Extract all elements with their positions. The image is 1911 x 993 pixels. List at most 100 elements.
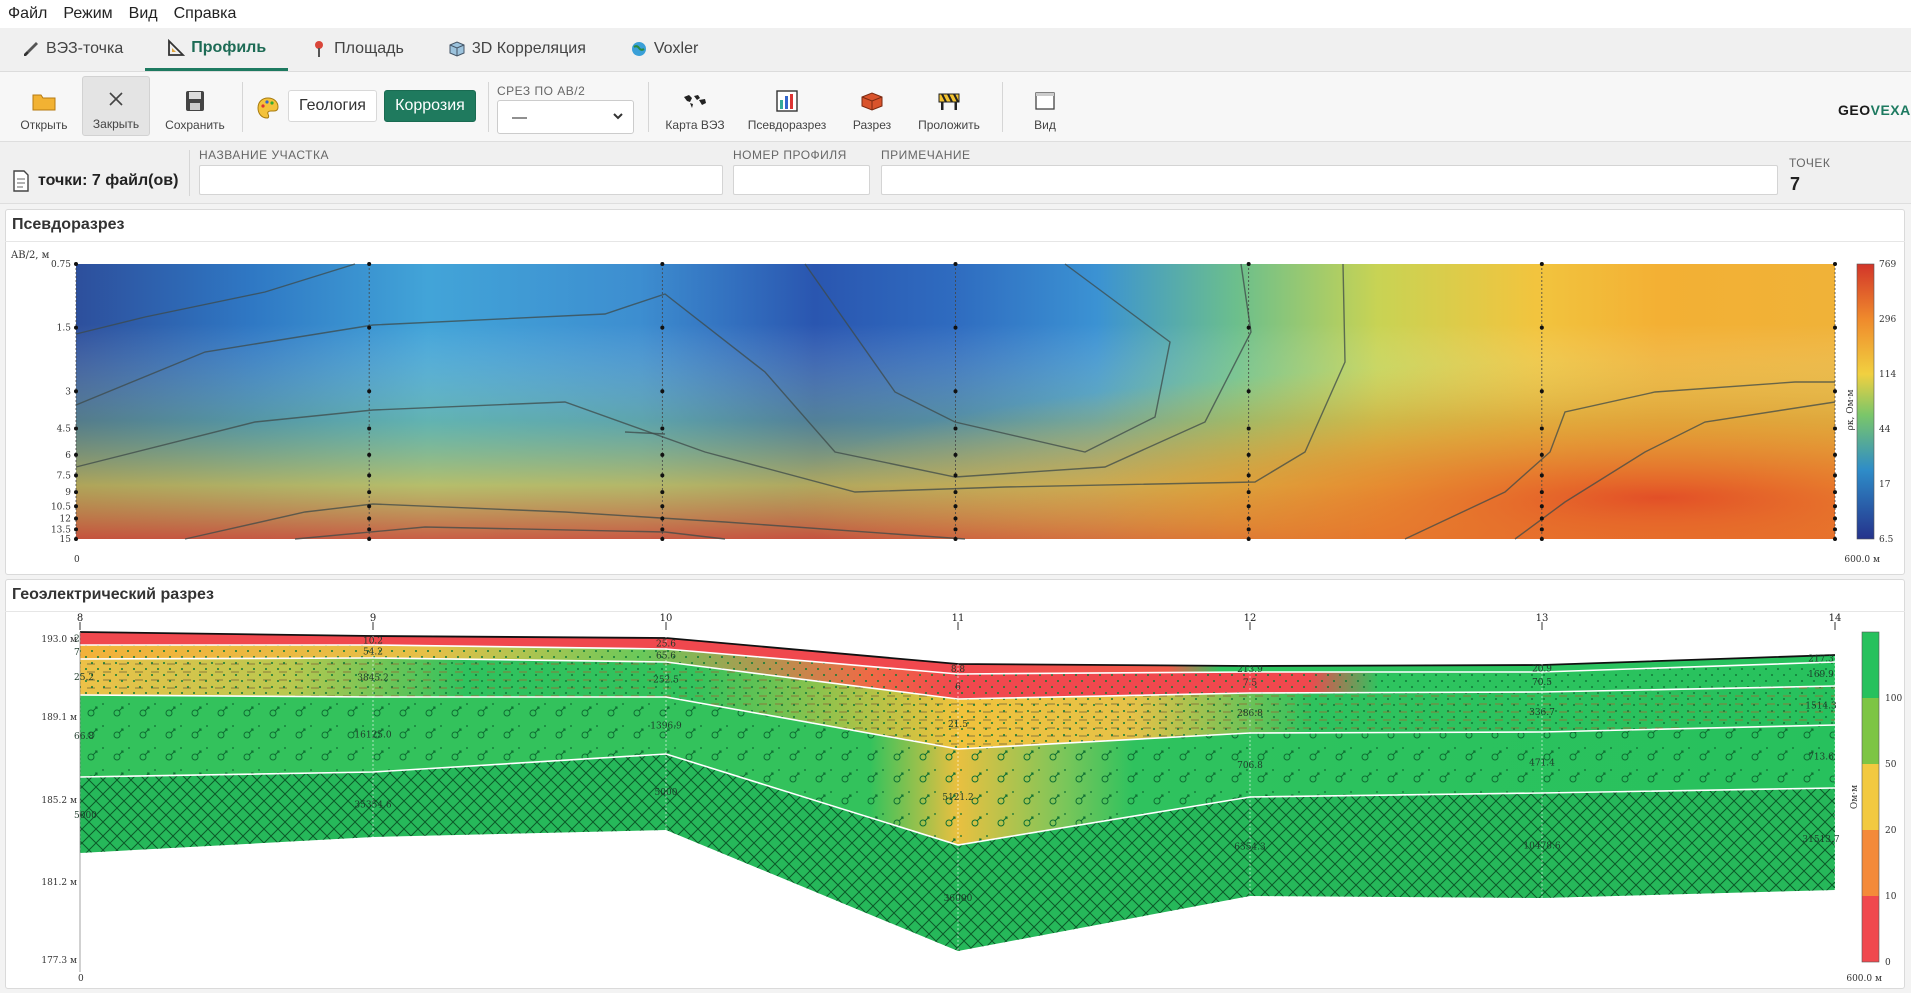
- sounding-point: [1833, 473, 1837, 478]
- vez-map-button[interactable]: Карта ВЭЗ: [662, 76, 728, 136]
- sounding-point: [1833, 490, 1837, 495]
- site-name-label: НАЗВАНИЕ УЧАСТКА: [199, 148, 329, 162]
- sounding-point: [1246, 537, 1251, 541]
- sounding-point: [1833, 426, 1837, 431]
- resistivity-label: 252.5: [653, 676, 679, 686]
- barrier-icon: [938, 93, 960, 110]
- sounding-point: [660, 325, 665, 330]
- toolbar: Открыть Закрыть Сохранить Геология Корро…: [0, 72, 1911, 142]
- menu-help[interactable]: Справка: [166, 5, 245, 23]
- floppy-icon: [186, 91, 204, 111]
- tab-voxler[interactable]: Voxler: [608, 27, 720, 71]
- sounding-point: [1246, 426, 1251, 431]
- srez-select[interactable]: —: [497, 100, 634, 134]
- pseudosection-plot[interactable]: 0.75 1.5 3 4.5 6 7.5 9 10.5 1213.515 AB/2, м 0 600.…: [5, 242, 1905, 572]
- sounding-point: [74, 527, 78, 532]
- sounding-point: [1833, 325, 1837, 330]
- sounding-point: [1246, 389, 1251, 394]
- srez-label: СРЕЗ ПО AB/2: [497, 84, 586, 98]
- sounding-point: [1833, 516, 1837, 521]
- menu-mode[interactable]: Режим: [55, 5, 120, 23]
- points-count-label: ТОЧЕК: [1789, 156, 1831, 170]
- triangle-ruler-icon: [168, 38, 186, 56]
- resistivity-label: 713.6: [1808, 753, 1834, 763]
- resistivity-label: 169.9: [1808, 670, 1834, 680]
- document-icon: [13, 170, 29, 192]
- resistivity-label: 7: [74, 648, 80, 658]
- resistivity-label: 1514.3: [1805, 702, 1837, 712]
- close-icon: [109, 92, 123, 106]
- x-start-label: 0: [74, 555, 80, 565]
- resistivity-label: 7.5: [1243, 679, 1258, 689]
- menu-bar: Файл Режим Вид Справка: [0, 0, 1911, 28]
- site-name-input[interactable]: [199, 165, 723, 195]
- window-icon: [1035, 92, 1055, 110]
- resistivity-label: 21.5: [948, 720, 968, 730]
- sounding-point: [953, 537, 958, 541]
- colorbar-tick: 44: [1879, 425, 1891, 435]
- note-input[interactable]: [881, 165, 1778, 195]
- sounding-point: [74, 473, 78, 478]
- open-button[interactable]: Открыть: [14, 76, 74, 136]
- geology-mode-button[interactable]: Геология: [288, 90, 377, 122]
- tab-label: 3D Корреляция: [471, 40, 586, 57]
- sounding-point: [1246, 325, 1251, 330]
- pseudosection-button[interactable]: Псевдоразрез: [744, 76, 830, 136]
- y-tick-label: 9: [65, 488, 71, 498]
- save-button[interactable]: Сохранить: [160, 76, 230, 136]
- resistivity-label: 5000: [655, 788, 678, 798]
- sounding-point: [660, 516, 665, 521]
- sounding-point: [660, 504, 665, 509]
- corrosion-mode-button[interactable]: Коррозия: [384, 90, 476, 122]
- station-label: 13: [1536, 613, 1549, 624]
- resistivity-label: 54.2: [363, 648, 383, 658]
- sounding-point: [1539, 262, 1544, 266]
- resistivity-label: 5121.2: [942, 793, 974, 803]
- geoelectric-plot[interactable]: 8 9 10 11 12 13 14 10.254.2 3845.2 16125.0 35354.6…: [5, 612, 1905, 987]
- tab-area[interactable]: Площадь: [288, 27, 426, 71]
- resistivity-label: 25.2: [74, 673, 94, 683]
- sounding-point: [1246, 473, 1251, 478]
- sounding-point: [953, 426, 958, 431]
- brush-icon: [24, 42, 38, 56]
- y-tick-label: 185.2 м: [41, 796, 77, 806]
- menu-view[interactable]: Вид: [121, 5, 166, 23]
- sounding-point: [1833, 262, 1837, 266]
- sounding-point: [367, 325, 372, 330]
- resistivity-label: 70.5: [1532, 678, 1552, 688]
- menu-file[interactable]: Файл: [0, 5, 55, 23]
- y-tick-label: 13.5: [51, 525, 71, 535]
- resistivity-label: 6354.3: [1234, 843, 1266, 853]
- station-label: 9: [370, 613, 376, 624]
- view-button[interactable]: Вид: [1018, 76, 1072, 136]
- lay-route-button[interactable]: Проложить: [914, 76, 984, 136]
- block-layers-icon: [861, 92, 883, 111]
- tab-vez-point[interactable]: ВЭЗ-точка: [0, 27, 145, 71]
- section-button[interactable]: Разрез: [846, 76, 898, 136]
- colorbar-label: ρк, Ом·м: [1846, 390, 1856, 431]
- y-tick-label: 1.5: [57, 324, 72, 334]
- legend-swatch: [1862, 698, 1879, 764]
- profile-number-input[interactable]: [733, 165, 870, 195]
- resistivity-label: 25.6: [656, 640, 676, 650]
- sounding-point: [74, 490, 78, 495]
- sounding-point: [367, 452, 372, 457]
- close-button[interactable]: Закрыть: [82, 76, 150, 136]
- colorbar-tick: 114: [1879, 370, 1896, 380]
- sounding-point: [1246, 527, 1251, 532]
- sounding-point: [660, 537, 665, 541]
- cube-icon: [449, 41, 465, 57]
- profile-number-label: НОМЕР ПРОФИЛЯ: [733, 148, 847, 162]
- sounding-point: [367, 516, 372, 521]
- separator: [648, 82, 649, 132]
- tab-3d-correlation[interactable]: 3D Корреляция: [426, 27, 608, 71]
- resistivity-label: 706.8: [1237, 761, 1263, 771]
- sounding-point: [660, 426, 665, 431]
- legend-tick: 100: [1885, 694, 1902, 704]
- sounding-point: [1539, 389, 1544, 394]
- sounding-point: [660, 473, 665, 478]
- sounding-point: [1539, 537, 1544, 541]
- tab-profile[interactable]: Профиль: [145, 27, 289, 71]
- sounding-point: [1539, 527, 1544, 532]
- separator: [189, 150, 190, 196]
